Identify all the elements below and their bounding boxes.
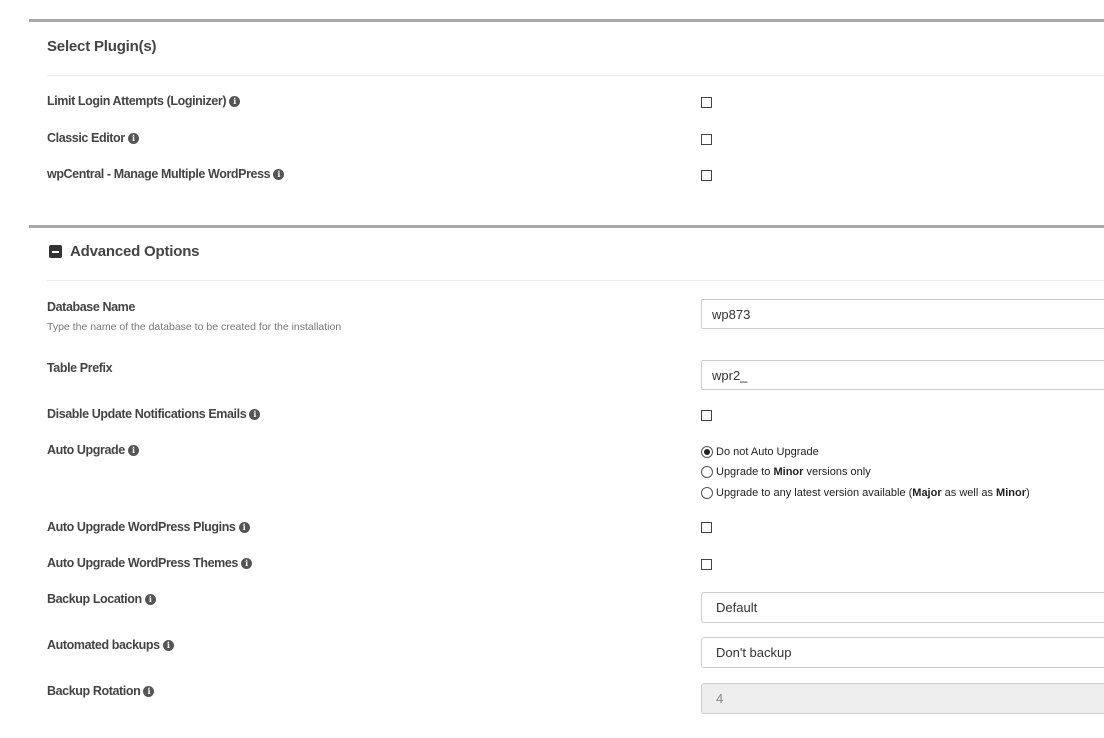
database-name-input[interactable] xyxy=(701,299,1104,329)
auto-upgrade-label: Auto Upgrade i xyxy=(47,443,139,457)
auto-upgrade-option-none-text: Do not Auto Upgrade xyxy=(716,446,819,458)
info-icon[interactable]: i xyxy=(127,444,139,456)
auto-upgrade-option-latest-bold1: Major xyxy=(912,487,942,499)
auto-upgrade-themes-label: Auto Upgrade WordPress Themes i xyxy=(47,556,252,570)
auto-upgrade-option-minor[interactable]: Upgrade to Minor versions only xyxy=(701,466,871,478)
backup-rotation-label: Backup Rotation i xyxy=(47,684,155,698)
disable-update-emails-label: Disable Update Notifications Emails i xyxy=(47,407,261,421)
info-icon[interactable]: i xyxy=(229,95,241,107)
auto-upgrade-option-latest-pre: Upgrade to any latest version available … xyxy=(716,487,913,499)
auto-upgrade-themes-checkbox[interactable] xyxy=(701,559,712,570)
auto-upgrade-option-latest-post: ) xyxy=(1026,487,1030,499)
minus-square-icon xyxy=(49,245,62,258)
plugin-checkbox-classic-editor[interactable] xyxy=(701,134,712,145)
auto-upgrade-option-minor-post: versions only xyxy=(803,466,871,478)
info-icon[interactable]: i xyxy=(273,168,285,180)
plugin-label-loginizer: Limit Login Attempts (Loginizer) i xyxy=(47,94,241,108)
plugin-label-classic-editor: Classic Editor i xyxy=(47,131,139,145)
backup-rotation-text: Backup Rotation xyxy=(47,684,141,698)
auto-upgrade-option-latest-bold2: Minor xyxy=(996,487,1026,499)
table-prefix-input[interactable] xyxy=(701,360,1104,390)
automated-backups-text: Automated backups xyxy=(47,638,160,652)
plugins-section-top-border xyxy=(29,19,1104,22)
plugin-label-classic-editor-text: Classic Editor xyxy=(47,131,125,145)
auto-upgrade-plugins-checkbox[interactable] xyxy=(701,522,712,533)
radio-selected[interactable] xyxy=(701,446,713,458)
auto-upgrade-themes-text: Auto Upgrade WordPress Themes xyxy=(47,556,238,570)
automated-backups-label: Automated backups i xyxy=(47,638,174,652)
advanced-options-toggle[interactable]: Advanced Options xyxy=(49,243,200,260)
advanced-options-title: Advanced Options xyxy=(70,243,200,260)
auto-upgrade-option-minor-bold: Minor xyxy=(773,466,804,478)
backup-location-text: Backup Location xyxy=(47,592,142,606)
backup-location-label: Backup Location i xyxy=(47,592,156,606)
plugin-checkbox-loginizer[interactable] xyxy=(701,97,712,108)
advanced-section-divider xyxy=(47,280,1104,281)
info-icon[interactable]: i xyxy=(238,521,250,533)
database-name-hint: Type the name of the database to be crea… xyxy=(47,321,342,333)
advanced-section-top-border xyxy=(29,225,1104,228)
backup-rotation-select: 4 xyxy=(701,683,1104,714)
info-icon[interactable]: i xyxy=(162,639,174,651)
backup-location-select[interactable]: Default xyxy=(701,592,1104,623)
plugins-section-title: Select Plugin(s) xyxy=(47,38,157,55)
info-icon[interactable]: i xyxy=(249,408,261,420)
disable-update-emails-checkbox[interactable] xyxy=(701,410,712,421)
info-icon[interactable]: i xyxy=(241,557,252,569)
plugin-checkbox-wpcentral[interactable] xyxy=(701,170,712,181)
database-name-label: Database Name xyxy=(47,300,135,314)
auto-upgrade-plugins-text: Auto Upgrade WordPress Plugins xyxy=(47,520,236,534)
auto-upgrade-option-latest-mid: as well as xyxy=(941,487,997,499)
plugin-label-wpcentral: wpCentral - Manage Multiple WordPress i xyxy=(47,167,285,181)
plugins-section-divider xyxy=(47,75,1104,76)
disable-update-emails-text: Disable Update Notifications Emails xyxy=(47,407,247,421)
radio-unselected[interactable] xyxy=(701,487,713,499)
radio-unselected[interactable] xyxy=(701,466,713,478)
table-prefix-label: Table Prefix xyxy=(47,361,113,375)
auto-upgrade-option-none[interactable]: Do not Auto Upgrade xyxy=(701,446,819,458)
info-icon[interactable]: i xyxy=(143,685,155,697)
auto-upgrade-option-minor-pre: Upgrade to xyxy=(716,466,774,478)
auto-upgrade-plugins-label: Auto Upgrade WordPress Plugins i xyxy=(47,520,250,534)
auto-upgrade-text: Auto Upgrade xyxy=(47,443,125,457)
plugin-label-loginizer-text: Limit Login Attempts (Loginizer) xyxy=(47,94,227,108)
info-icon[interactable]: i xyxy=(127,132,139,144)
auto-upgrade-option-latest[interactable]: Upgrade to any latest version available … xyxy=(701,487,1030,499)
plugin-label-wpcentral-text: wpCentral - Manage Multiple WordPress xyxy=(47,167,271,181)
info-icon[interactable]: i xyxy=(144,593,156,605)
automated-backups-select[interactable]: Don't backup xyxy=(701,637,1104,668)
